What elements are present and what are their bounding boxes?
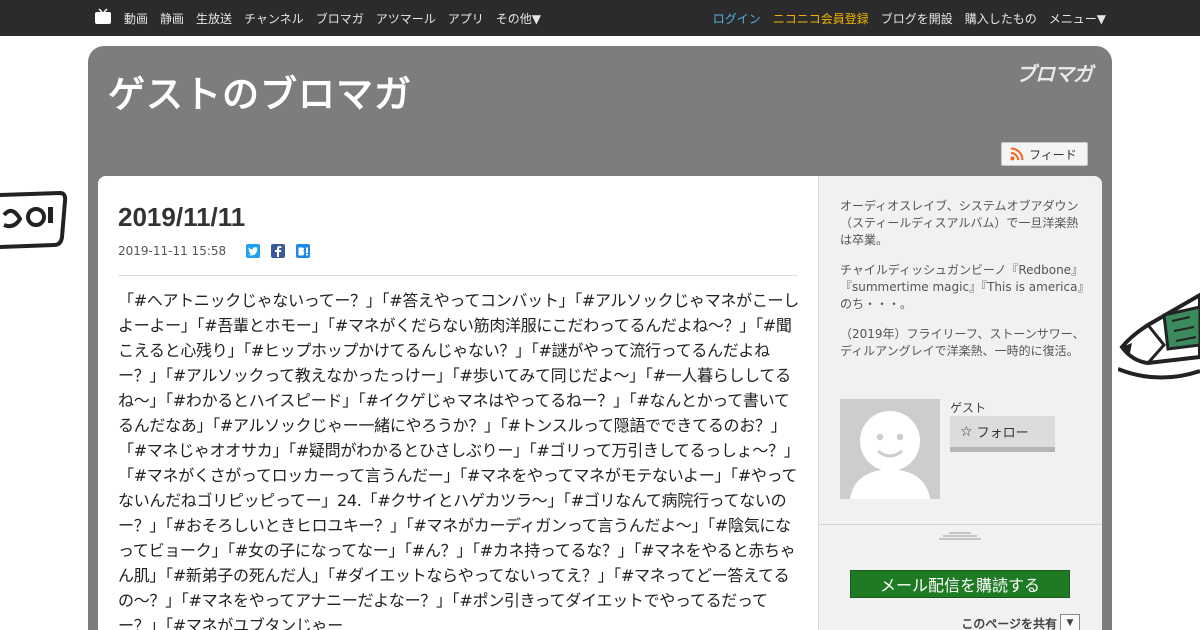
hatena-icon[interactable] (296, 244, 311, 258)
default-avatar-icon (840, 399, 940, 499)
nav-right-menu: ログイン ニコニコ会員登録 ブログを開設 購入したもの メニュー▼ (701, 0, 1106, 36)
follow-button-label: フォロー (976, 426, 1029, 441)
share-page-label: このページを共有 (961, 616, 1057, 630)
profile-paragraph: オーディオスレイブ、システムオブアダウン（スティールディスアルバム）で一旦洋楽熱… (840, 199, 1079, 247)
share-page: このページを共有 ▼ (961, 614, 1080, 630)
mail-subscribe-button[interactable]: メール配信を購読する (850, 570, 1070, 598)
post-timestamp: 2019-11-11 15:58 (118, 244, 227, 258)
share-dropdown-button[interactable]: ▼ (1060, 614, 1080, 630)
purchased-link[interactable]: 購入したもの (965, 10, 1037, 27)
drag-handle-icon[interactable] (939, 532, 981, 540)
post-meta: 2019-11-11 15:58 (118, 244, 321, 258)
nav-left-menu: 動画 静画 生放送 チャンネル ブロマガ アツマール アプリ その他▼ (124, 0, 553, 36)
menu-dropdown[interactable]: メニュー▼ (1049, 10, 1106, 27)
avatar[interactable] (840, 399, 940, 499)
nav-item-atsumaru[interactable]: アツマール (376, 10, 436, 27)
feed-button[interactable]: フィード (1001, 142, 1088, 166)
nav-item-bromaga[interactable]: ブロマガ (316, 10, 364, 27)
profile-paragraph: （2019年）フライリーフ、ストーンサワー、ディルアングレイで洋楽熱、一時的に復… (840, 327, 1085, 358)
feed-button-label: フィード (1029, 147, 1077, 162)
register-link[interactable]: ニコニコ会員登録 (773, 10, 869, 27)
nav-item-video[interactable]: 動画 (124, 10, 148, 27)
login-link[interactable]: ログイン (713, 10, 761, 27)
nav-item-more[interactable]: その他▼ (496, 10, 541, 27)
blog-title[interactable]: ゲストのブロマガ (108, 64, 412, 118)
blog-container: ゲストのブロマガ ブロマガ フィード 2019/11/11 2019-11-11… (88, 46, 1112, 630)
decorative-drawing-left (0, 190, 68, 249)
nav-item-seiga[interactable]: 静画 (160, 10, 184, 27)
profile-description: オーディオスレイブ、システムオブアダウン（スティールディスアルバム）で一旦洋楽熱… (840, 198, 1086, 373)
article-column: 2019/11/11 2019-11-11 15:58 「#ヘアトニックじゃない… (98, 176, 818, 630)
decorative-pencil-drawing (1118, 292, 1200, 380)
profile-paragraph: チャイルディッシュガンビーノ『Redbone』『summertime magic… (840, 263, 1084, 311)
post-divider (118, 275, 798, 276)
facebook-icon[interactable] (271, 244, 286, 258)
twitter-icon[interactable] (246, 244, 261, 258)
open-blog-link[interactable]: ブログを開設 (881, 10, 953, 27)
post-body: 「#ヘアトニックじゃないってー？」「#答えやってコンバット」「#アルソックじゃマ… (118, 291, 800, 630)
nav-item-app[interactable]: アプリ (448, 10, 484, 27)
share-icons (246, 244, 321, 258)
niconico-tv-logo-icon[interactable] (94, 8, 112, 25)
bromaga-logo[interactable]: ブロマガ (1016, 58, 1093, 87)
nav-item-channel[interactable]: チャンネル (244, 10, 304, 27)
top-nav-bar: 動画 静画 生放送 チャンネル ブロマガ アツマール アプリ その他▼ ログイン… (0, 0, 1200, 36)
sidebar-divider (819, 524, 1102, 525)
post-title[interactable]: 2019/11/11 (118, 202, 245, 233)
user-name[interactable]: ゲスト (950, 399, 986, 416)
nav-item-live[interactable]: 生放送 (196, 10, 232, 27)
follow-button[interactable]: ☆ フォロー (950, 416, 1055, 452)
content-area: 2019/11/11 2019-11-11 15:58 「#ヘアトニックじゃない… (98, 176, 1102, 630)
sidebar: オーディオスレイブ、システムオブアダウン（スティールディスアルバム）で一旦洋楽熱… (818, 176, 1102, 630)
rss-feed-icon (1010, 147, 1024, 161)
star-outline-icon: ☆ (960, 423, 973, 440)
